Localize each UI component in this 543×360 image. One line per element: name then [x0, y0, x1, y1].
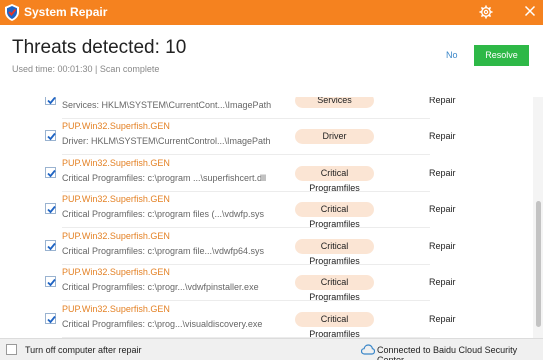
threat-path: Critical Programfiles: c:\prog...\visual… — [62, 319, 263, 329]
threat-action[interactable]: Repair — [429, 131, 456, 141]
threat-list: Services: HKLM\SYSTEM\CurrentCont...\Ima… — [0, 97, 543, 338]
threat-action[interactable]: Repair — [429, 168, 456, 178]
threat-category-badge: Critical Programfiles — [295, 202, 374, 229]
threat-row[interactable]: PUP.Win32.Superfish.GEN Critical Programf… — [0, 228, 530, 266]
resolve-button[interactable]: Resolve — [474, 45, 529, 66]
shutdown-label: Turn off computer after repair — [25, 345, 142, 355]
scrollbar[interactable] — [533, 97, 543, 338]
scan-status-text: Used time: 00:01:30 | Scan complete — [12, 64, 160, 74]
threat-path: Critical Programfiles: c:\progr...\vdwfp… — [62, 282, 259, 292]
threat-checkbox[interactable] — [45, 240, 56, 251]
summary-header: Threats detected: 10 Used time: 00:01:30… — [0, 25, 543, 97]
threat-row[interactable]: PUP.Win32.Superfish.GEN Critical Programf… — [0, 264, 530, 302]
scroll-thumb[interactable] — [536, 201, 541, 327]
threat-checkbox[interactable] — [45, 97, 56, 105]
title-bar: System Repair — [0, 0, 543, 25]
threat-checkbox[interactable] — [45, 130, 56, 141]
threat-name: PUP.Win32.Superfish.GEN — [62, 121, 170, 131]
threats-count-title: Threats detected: 10 — [12, 37, 187, 58]
threat-checkbox[interactable] — [45, 276, 56, 287]
threat-name: PUP.Win32.Superfish.GEN — [62, 158, 170, 168]
threat-name: PUP.Win32.Superfish.GEN — [62, 304, 170, 314]
threat-action[interactable]: Repair — [429, 97, 456, 105]
threat-category-badge: Critical Programfiles — [295, 239, 374, 266]
cloud-connection-status: Connected to Baidu Cloud Security Center — [377, 345, 518, 360]
threat-name: PUP.Win32.Superfish.GEN — [62, 194, 170, 204]
threat-category-badge: Critical Programfiles — [295, 275, 374, 302]
shutdown-checkbox[interactable] — [6, 344, 17, 355]
threat-path: Critical Programfiles: c:\program ...\su… — [62, 173, 267, 183]
threat-row[interactable]: PUP.Win32.Superfish.GEN Driver: HKLM\SYST… — [0, 118, 530, 155]
no-button[interactable]: No — [446, 50, 458, 60]
cloud-icon — [361, 344, 375, 355]
window-title: System Repair — [24, 5, 108, 19]
threat-category-badge: Critical Programfiles — [295, 312, 374, 338]
threat-action[interactable]: Repair — [429, 204, 456, 214]
threat-category-badge: Services — [295, 97, 374, 108]
threat-checkbox[interactable] — [45, 167, 56, 178]
threat-checkbox[interactable] — [45, 203, 56, 214]
threat-row[interactable]: PUP.Win32.Superfish.GEN Critical Programf… — [0, 191, 530, 229]
threat-path: Driver: HKLM\SYSTEM\CurrentControl...\Im… — [62, 136, 271, 146]
threat-action[interactable]: Repair — [429, 314, 456, 324]
threat-row[interactable]: Services: HKLM\SYSTEM\CurrentCont...\Ima… — [0, 97, 530, 119]
threat-action[interactable]: Repair — [429, 277, 456, 287]
shield-logo-icon — [5, 4, 19, 21]
threat-action[interactable]: Repair — [429, 241, 456, 251]
threat-checkbox[interactable] — [45, 313, 56, 324]
footer-bar: Turn off computer after repair Connected… — [0, 338, 543, 360]
threat-path: Critical Programfiles: c:\program files … — [62, 209, 265, 219]
threat-row[interactable]: PUP.Win32.Superfish.GEN Critical Programf… — [0, 301, 530, 338]
gear-icon[interactable] — [479, 5, 493, 19]
threat-category-badge: Critical Programfiles — [295, 166, 374, 193]
threat-row[interactable]: PUP.Win32.Superfish.GEN Critical Programf… — [0, 155, 530, 193]
threat-name: PUP.Win32.Superfish.GEN — [62, 267, 170, 277]
threat-category-badge: Driver — [295, 129, 374, 144]
threat-name: PUP.Win32.Superfish.GEN — [62, 231, 170, 241]
threat-path: Critical Programfiles: c:\program file..… — [62, 246, 265, 256]
threat-path: Services: HKLM\SYSTEM\CurrentCont...\Ima… — [62, 100, 272, 110]
close-icon[interactable] — [523, 4, 537, 18]
